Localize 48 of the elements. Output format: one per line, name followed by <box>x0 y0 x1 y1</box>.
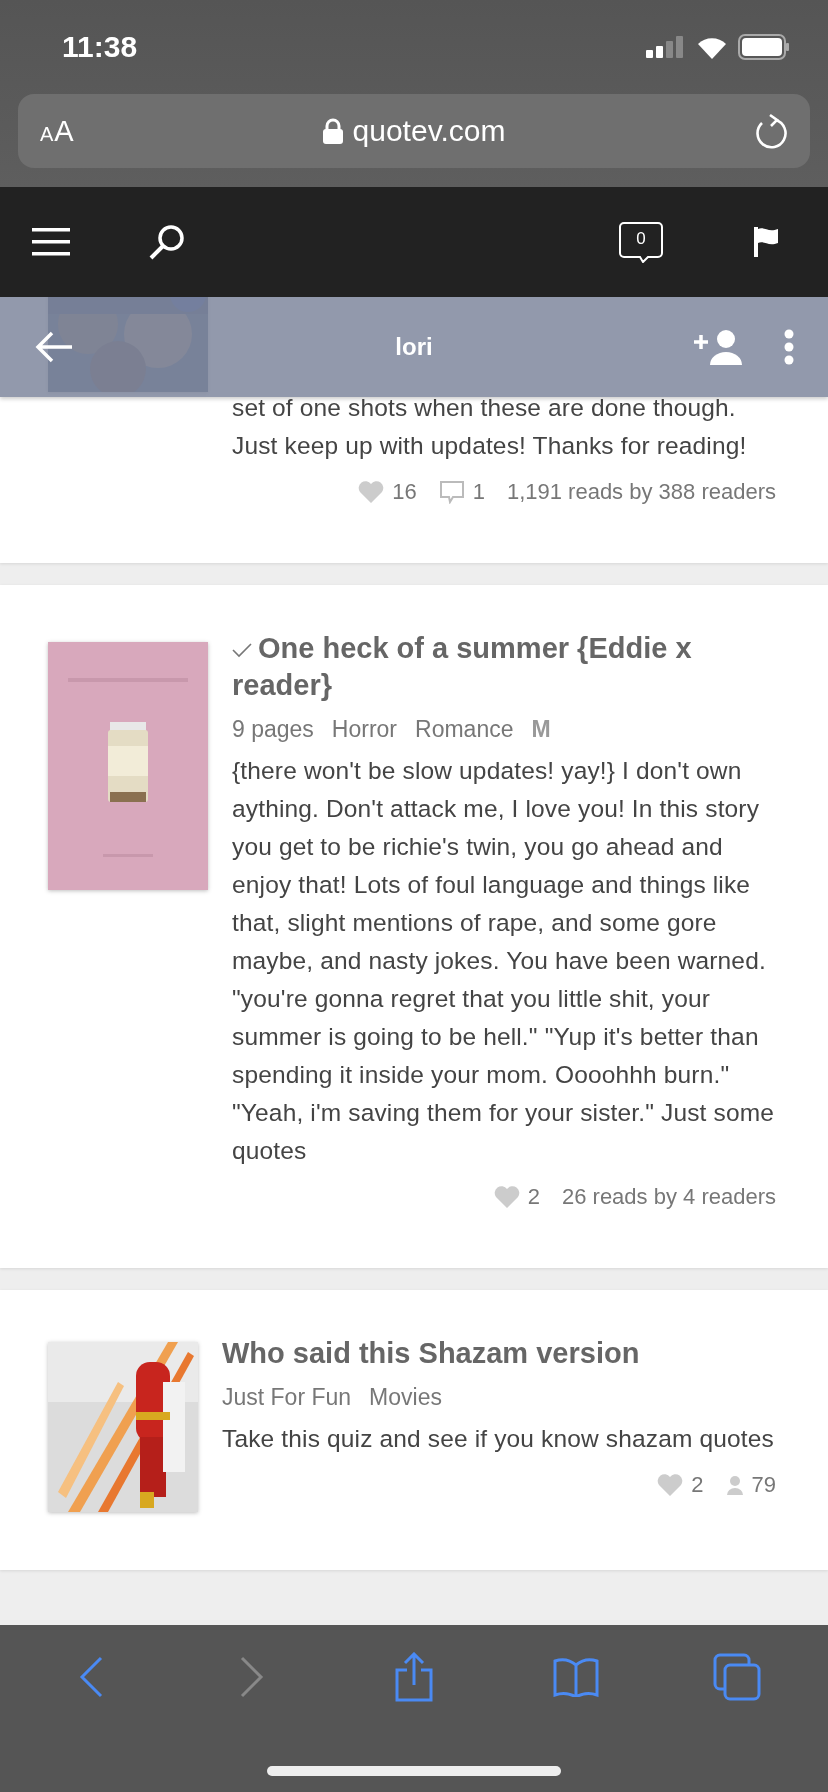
heart-icon <box>493 1186 520 1208</box>
lock-icon <box>322 118 343 144</box>
flag-icon[interactable] <box>754 227 778 257</box>
notification-button[interactable]: 0 <box>618 221 664 263</box>
story-description: Take this quiz and see if you know shazam quotes <box>222 1424 775 1454</box>
battery-icon <box>738 34 790 60</box>
text-size-button[interactable]: AA <box>40 114 74 148</box>
story-description: {there won't be slow updates! yay!} I don't own aything. Don't attack me, I love you! In this story you get to be richie's twin, you go ahead and enjoy that! Lots of foul language and things like that, slight mentions of rape, and some gore maybe, and nasty jokes. You have been warned. "you're gonna regret that you little shit, your summer is going to be hell." "Yup it's better than spending it inside your mom. Oooohhh burn." "Yeah, i'm saving them for your sister." Just some quotes <box>232 756 776 1166</box>
reads-count: 26 reads by 4 readers <box>561 1184 776 1210</box>
reload-icon[interactable] <box>754 113 788 149</box>
genre-tag[interactable]: Romance <box>415 714 514 744</box>
signal-icon <box>646 36 686 58</box>
status-time: 11:38 <box>62 30 138 64</box>
story-title[interactable]: One heck of a summer {Eddie x reader} <box>232 630 776 704</box>
heart-icon <box>657 1474 684 1496</box>
likes-count: 2 <box>691 1472 704 1498</box>
likes-count: 16 <box>392 479 417 505</box>
genre-tag[interactable]: Just For Fun <box>222 1382 352 1412</box>
heart-icon <box>358 481 385 503</box>
comment-icon <box>438 480 465 504</box>
more-icon[interactable] <box>784 329 794 365</box>
tabs-icon <box>713 1653 762 1701</box>
genre-tag[interactable]: Movies <box>369 1382 442 1412</box>
page-count: 9 pages <box>232 715 314 744</box>
back-arrow-icon[interactable] <box>34 331 74 363</box>
wifi-icon <box>696 35 728 59</box>
reads-count: 1,191 reads by 388 readers <box>506 479 776 505</box>
profile-name: lori <box>395 333 433 360</box>
genre-tag[interactable]: Horror <box>331 714 398 744</box>
story-description: set of one shots when these are done though. Just keep up with updates! Thanks for reading! <box>232 393 748 461</box>
person-icon <box>725 1475 744 1495</box>
menu-icon[interactable] <box>32 227 70 257</box>
address-bar[interactable]: AA quotev.com <box>18 94 810 168</box>
url-text: quotev.com <box>352 114 506 148</box>
add-friend-icon[interactable] <box>694 329 744 365</box>
search-icon[interactable] <box>148 223 186 261</box>
book-icon <box>552 1657 599 1697</box>
story-card[interactable]: Who said this Shazam version Just For Fun Movies Take this quiz and see if you know shazam quotes 2 79 <box>0 1290 828 1570</box>
check-icon <box>232 642 252 659</box>
rating-label: M <box>531 715 551 744</box>
likes-count: 2 <box>527 1184 540 1210</box>
comments-count: 1 <box>472 479 485 505</box>
forward-icon <box>240 1656 265 1698</box>
share-icon <box>394 1652 434 1702</box>
story-card[interactable] <box>0 585 828 1268</box>
story-title[interactable]: Who said this Shazam version <box>222 1335 776 1372</box>
takers-count: 79 <box>751 1472 776 1498</box>
back-icon <box>78 1656 103 1698</box>
